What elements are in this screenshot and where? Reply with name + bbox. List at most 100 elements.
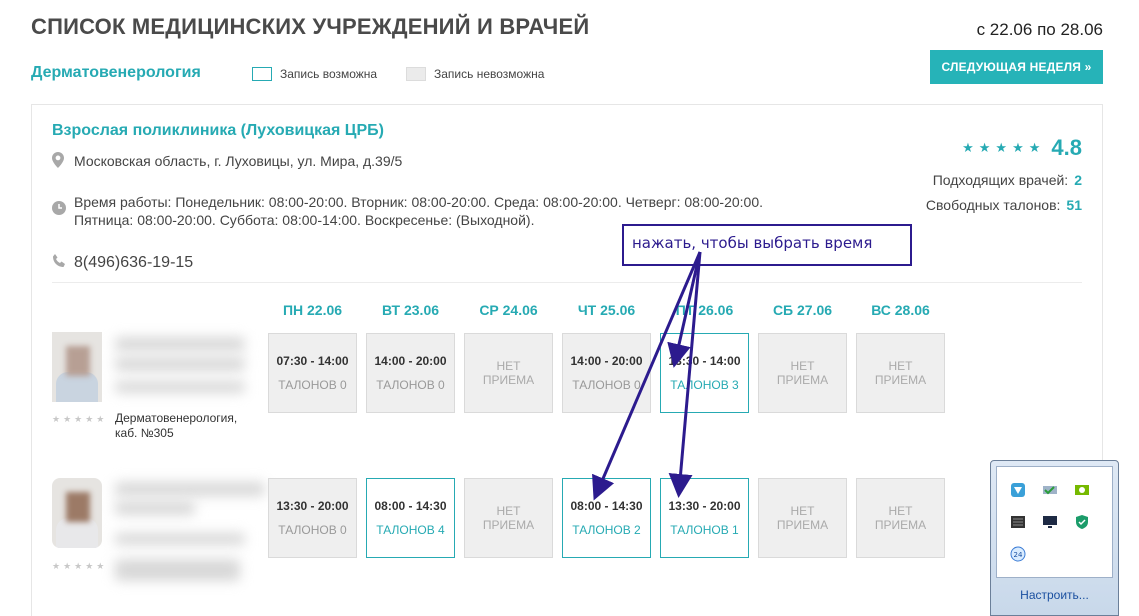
slot-tickets: ТАЛОНОВ 0: [376, 378, 445, 392]
day-header-mon: ПН 22.06: [282, 302, 343, 318]
slot-time: 07:30 - 14:00: [276, 354, 349, 368]
slot-tickets: ТАЛОНОВ 3: [670, 378, 739, 392]
doctor-2-name-redacted-2: [115, 501, 195, 515]
matching-doctors-count[interactable]: 2: [1074, 172, 1082, 188]
doctor-1-name-redacted: [115, 337, 245, 351]
specialty-title: Дерматовенерология: [31, 64, 201, 81]
shield-icon[interactable]: [1073, 513, 1091, 531]
slot-time: 13:30 - 20:00: [668, 499, 741, 513]
page-title: СПИСОК МЕДИЦИНСКИХ УЧРЕЖДЕНИЙ И ВРАЧЕЙ: [31, 14, 590, 39]
slot-tickets: ТАЛОНОВ 0: [278, 523, 347, 537]
doctor-1-specialty-line1: Дерматовенерология,: [115, 411, 238, 425]
slot-doctor-2-mon: 13:30 - 20:00 ТАЛОНОВ 0: [268, 478, 357, 558]
slot-tickets: ТАЛОНОВ 0: [572, 378, 641, 392]
slot-doctor-1-thu: 14:00 - 20:00 ТАЛОНОВ 0: [562, 333, 651, 413]
legend-unavailable-label: Запись невозможна: [434, 67, 545, 81]
slot-doctor-1-tue: 14:00 - 20:00 ТАЛОНОВ 0: [366, 333, 455, 413]
doctor-1-specialty: Дерматовенерология, каб. №305: [115, 411, 237, 441]
slot-time: 14:00 - 20:00: [570, 354, 643, 368]
clinic-phone: 8(496)636-19-15: [52, 254, 193, 272]
day-header-fri: ПТ 26.06: [675, 302, 734, 318]
network-icon[interactable]: [1041, 481, 1059, 499]
slot-time: 13:30 - 14:00: [668, 354, 741, 368]
no-reception-line1: НЕТ: [790, 504, 815, 518]
slot-doctor-1-fri[interactable]: 13:30 - 14:00 ТАЛОНОВ 3: [660, 333, 749, 413]
doctor-2-name-redacted: [115, 482, 265, 496]
no-reception-line1: НЕТ: [496, 359, 521, 373]
clinic-card: Взрослая поликлиника (Луховицкая ЦРБ) Мо…: [31, 104, 1103, 616]
doctor-1-name-redacted-2: [115, 357, 245, 371]
slot-doctor-2-wed: НЕТ ПРИЕМА: [464, 478, 553, 558]
doctor-1-avatar[interactable]: [52, 332, 102, 402]
slot-tickets: ТАЛОНОВ 0: [278, 378, 347, 392]
clinic-hours-line1: Время работы: Понедельник: 08:00-20:00. …: [74, 194, 764, 210]
slot-doctor-2-thu[interactable]: 08:00 - 14:30 ТАЛОНОВ 2: [562, 478, 651, 558]
slot-doctor-1-sun: НЕТ ПРИЕМА: [856, 333, 945, 413]
rating-stars: ★★★★★: [962, 140, 1046, 155]
doctor-1-specialty-line2: каб. №305: [115, 426, 174, 440]
next-week-button[interactable]: СЛЕДУЮЩАЯ НЕДЕЛЯ »: [930, 50, 1103, 84]
day-header-sat: СБ 27.06: [772, 302, 833, 318]
slot-doctor-2-sat: НЕТ ПРИЕМА: [758, 478, 847, 558]
doctor-1-position-redacted: [115, 381, 245, 393]
no-reception-line2: ПРИЕМА: [776, 518, 829, 532]
doctor-2-specialty-redacted: [115, 559, 240, 581]
legend-available: Запись возможна: [252, 67, 377, 81]
free-tickets-label: Свободных талонов:: [925, 197, 1061, 213]
slot-tickets: ТАЛОНОВ 2: [572, 523, 641, 537]
day-header-sun: ВС 28.06: [871, 302, 930, 318]
day-header-thu: ЧТ 25.06: [577, 302, 636, 318]
location-pin-icon: [52, 152, 74, 172]
matching-doctors-label: Подходящих врачей:: [932, 172, 1069, 188]
system-tray-popup: 24 Настроить...: [990, 460, 1119, 616]
no-reception-line2: ПРИЕМА: [874, 373, 927, 387]
monitor-icon[interactable]: [1041, 513, 1059, 531]
clinic-rating: ★★★★★ 4.8: [962, 135, 1082, 161]
rating-value: 4.8: [1051, 135, 1082, 160]
no-reception-line1: НЕТ: [888, 359, 913, 373]
no-reception-line1: НЕТ: [790, 359, 815, 373]
week-range: с 22.06 по 28.06: [976, 20, 1103, 39]
clinic-address-text: Московская область, г. Луховицы, ул. Мир…: [74, 153, 403, 169]
legend-unavailable-swatch: [406, 67, 426, 81]
nvidia-icon[interactable]: [1073, 481, 1091, 499]
divider: [52, 282, 1082, 283]
phone-icon: [52, 254, 74, 272]
slot-doctor-2-fri[interactable]: 13:30 - 20:00 ТАЛОНОВ 1: [660, 478, 749, 558]
slot-time: 13:30 - 20:00: [276, 499, 349, 513]
slot-doctor-2-sun: НЕТ ПРИЕМА: [856, 478, 945, 558]
slot-doctor-1-wed: НЕТ ПРИЕМА: [464, 333, 553, 413]
doctor-2-avatar[interactable]: [52, 478, 102, 548]
keyboard-icon[interactable]: [1009, 513, 1027, 531]
no-reception-line2: ПРИЕМА: [776, 373, 829, 387]
matching-doctors: Подходящих врачей: 2: [933, 172, 1082, 188]
doctor-1-stars: ★★★★★: [52, 414, 108, 424]
legend-unavailable: Запись невозможна: [406, 67, 544, 81]
slot-tickets: ТАЛОНОВ 1: [670, 523, 739, 537]
clinic-phone-text: 8(496)636-19-15: [74, 254, 194, 271]
tray-customize-link[interactable]: Настроить...: [996, 588, 1113, 602]
clinic-address: Московская область, г. Луховицы, ул. Мир…: [52, 152, 402, 172]
no-reception-line2: ПРИЕМА: [482, 518, 535, 532]
slot-tickets: ТАЛОНОВ 4: [376, 523, 445, 537]
no-reception-line2: ПРИЕМА: [874, 518, 927, 532]
svg-text:24: 24: [1014, 551, 1023, 559]
day-header-tue: ВТ 23.06: [381, 302, 440, 318]
annotation-callout: нажать, чтобы выбрать время: [622, 224, 912, 266]
free-tickets-count[interactable]: 51: [1066, 197, 1082, 213]
app-icon[interactable]: [1009, 481, 1027, 499]
tray-icons-grid: 24: [996, 466, 1113, 578]
slot-time: 14:00 - 20:00: [374, 354, 447, 368]
legend-available-label: Запись возможна: [280, 67, 378, 81]
day-header-wed: СР 24.06: [479, 302, 538, 318]
no-reception-line2: ПРИЕМА: [482, 373, 535, 387]
clinic-name-link[interactable]: Взрослая поликлиника (Луховицкая ЦРБ): [52, 122, 384, 140]
slot-doctor-2-tue[interactable]: 08:00 - 14:30 ТАЛОНОВ 4: [366, 478, 455, 558]
clock-24-icon[interactable]: 24: [1009, 545, 1027, 563]
free-tickets: Свободных талонов: 51: [926, 197, 1082, 213]
legend-available-swatch: [252, 67, 272, 81]
slot-doctor-1-sat: НЕТ ПРИЕМА: [758, 333, 847, 413]
slot-doctor-1-mon: 07:30 - 14:00 ТАЛОНОВ 0: [268, 333, 357, 413]
doctor-2-position-redacted: [115, 533, 245, 545]
doctor-2-stars: ★★★★★: [52, 561, 108, 571]
